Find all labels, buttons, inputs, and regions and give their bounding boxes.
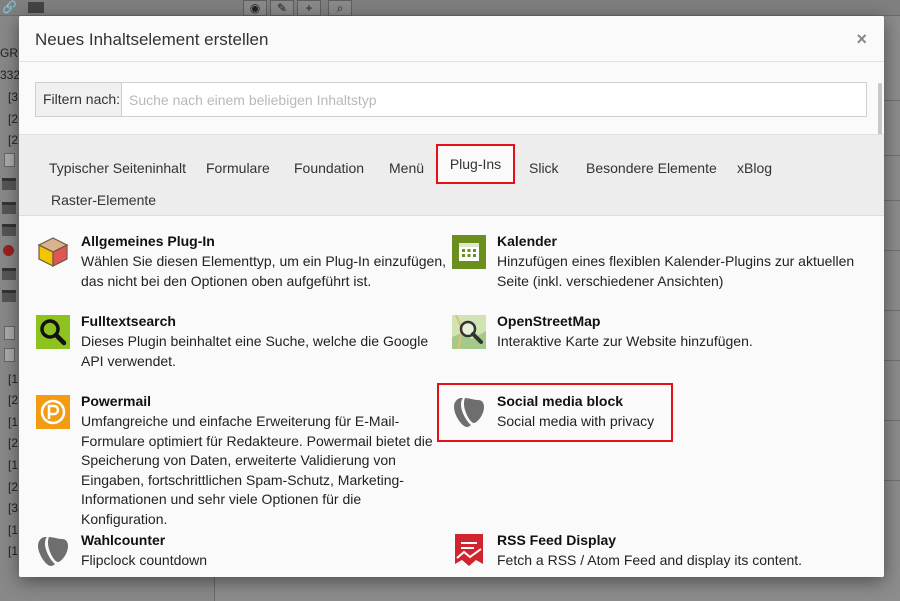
divider (884, 310, 900, 311)
divider (884, 420, 900, 421)
tree-row: [3 (8, 90, 19, 104)
item-title: OpenStreetMap (497, 313, 601, 329)
background-toolbar: 🔗 ◉ ✎ + ⌕ (0, 0, 900, 16)
filter-label: Filtern nach: (36, 83, 122, 116)
divider (884, 155, 900, 156)
stop-icon (3, 245, 14, 256)
divider (884, 100, 900, 101)
map-icon (452, 314, 486, 350)
page-icon (4, 153, 15, 167)
link-icon: 🔗 (2, 0, 17, 14)
item-title: Allgemeines Plug-In (81, 233, 215, 249)
modal-body: Filtern nach: Typischer Seiteninhalt For… (19, 63, 884, 577)
modal-header: Neues Inhaltselement erstellen × (19, 16, 884, 62)
add-icon: + (297, 0, 321, 16)
tree-row: [1 (8, 523, 19, 537)
tree-row: [1 (8, 458, 19, 472)
list-item[interactable]: RSS Feed Display Fetch a RSS / Atom Feed… (452, 532, 872, 576)
divider (884, 250, 900, 251)
tree-row: [3 (8, 501, 19, 515)
list-item[interactable]: OpenStreetMap Interaktive Karte zur Webs… (452, 313, 872, 373)
tab-typischer-seiteninhalt[interactable]: Typischer Seiteninhalt (49, 160, 186, 176)
tree-row: [1 (8, 415, 19, 429)
list-item[interactable]: Wahlcounter Flipclock countdown (36, 532, 456, 576)
tab-formulare[interactable]: Formulare (206, 160, 270, 176)
tree-row: [2 (8, 393, 19, 407)
item-title: Powermail (81, 393, 152, 409)
item-description: Interaktive Karte zur Website hinzufügen… (497, 333, 753, 349)
calendar-icon (452, 235, 486, 269)
tab-bar: Typischer Seiteninhalt Formulare Foundat… (19, 134, 884, 216)
typo3-icon (36, 534, 70, 568)
list-item[interactable]: Fulltextsearch Dieses Plugin beinhaltet … (36, 313, 456, 373)
folder-icon (2, 290, 16, 302)
tree-row: [2 (8, 133, 19, 147)
close-icon[interactable]: × (856, 29, 867, 50)
edit-icon: ✎ (270, 0, 294, 16)
folder-icon (2, 202, 16, 214)
page-icon (4, 326, 15, 340)
modal-title: Neues Inhaltselement erstellen (35, 30, 269, 49)
tab-besondere-elemente[interactable]: Besondere Elemente (586, 160, 717, 176)
folder-icon (2, 178, 16, 190)
filter-group: Filtern nach: (35, 82, 867, 117)
list-item[interactable]: Powermail Umfangreiche und einfache Erwe… (36, 393, 456, 527)
tab-raster-elemente[interactable]: Raster-Elemente (51, 192, 156, 208)
item-description: Fetch a RSS / Atom Feed and display its … (497, 552, 803, 568)
item-title: Wahlcounter (81, 532, 166, 548)
search-input[interactable] (122, 83, 866, 116)
tree-row: [1 (8, 544, 19, 558)
tab-slick[interactable]: Slick (529, 160, 559, 176)
tab-xblog[interactable]: xBlog (737, 160, 772, 176)
divider (884, 480, 900, 481)
search-icon: ⌕ (328, 0, 352, 16)
item-title: Fulltextsearch (81, 313, 176, 329)
item-title: RSS Feed Display (497, 532, 617, 548)
item-description: Flipclock countdown (81, 552, 208, 568)
item-title: Kalender (497, 233, 557, 249)
divider (884, 360, 900, 361)
divider (884, 200, 900, 201)
page-icon (4, 348, 15, 362)
list-item[interactable]: Allgemeines Plug-In Wählen Sie diesen El… (36, 233, 456, 293)
rss-feed-icon (452, 534, 486, 568)
tree-row: [2 (8, 112, 19, 126)
plugin-cube-icon (36, 235, 70, 269)
item-description: Wählen Sie diesen Elementtyp, um ein Plu… (81, 253, 446, 289)
content-element-list: Allgemeines Plug-In Wählen Sie diesen El… (19, 216, 884, 577)
tab-plug-ins[interactable]: Plug-Ins (436, 144, 515, 184)
tree-row: [1 (8, 372, 19, 386)
tree-row: [2 (8, 480, 19, 494)
powermail-icon (36, 395, 70, 429)
list-item[interactable]: Kalender Hinzufügen eines flexiblen Kale… (452, 233, 872, 293)
magnifier-search-icon (36, 315, 70, 349)
item-description: Hinzufügen eines flexiblen Kalender-Plug… (497, 253, 855, 289)
tab-menu[interactable]: Menü (389, 160, 424, 176)
folder-icon (28, 2, 44, 13)
tab-foundation[interactable]: Foundation (294, 160, 364, 176)
view-icon: ◉ (243, 0, 267, 16)
folder-icon (2, 224, 16, 236)
item-description: Umfangreiche und einfache Erweiterung fü… (81, 413, 433, 527)
item-description: Dieses Plugin beinhaltet eine Suche, wel… (81, 333, 429, 369)
highlight-box (437, 383, 673, 442)
new-content-element-modal: Neues Inhaltselement erstellen × Filtern… (19, 16, 884, 577)
tree-row: [2 (8, 436, 19, 450)
folder-icon (2, 268, 16, 280)
